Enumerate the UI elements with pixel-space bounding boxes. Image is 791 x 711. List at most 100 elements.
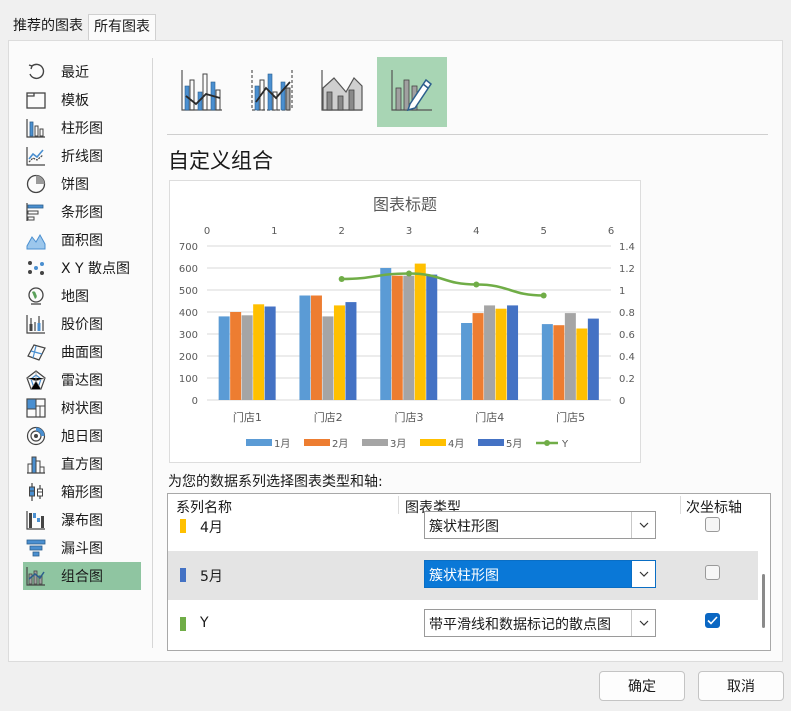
bar (310, 295, 322, 400)
line-point (406, 270, 412, 277)
bar (264, 306, 276, 400)
scatter-chart-icon (25, 257, 47, 279)
legend-label: 3月 (390, 438, 406, 450)
bar (230, 312, 242, 400)
bar (391, 275, 403, 400)
y-tick-label: 200 (179, 352, 198, 363)
bar (218, 316, 230, 400)
table-scrollbar[interactable] (762, 574, 765, 628)
chevron-down-icon[interactable] (631, 512, 655, 538)
legend-marker (544, 440, 550, 446)
stacked-area-clustered-column-option[interactable] (307, 57, 377, 127)
cancel-button[interactable]: 取消 (698, 671, 784, 701)
bar (299, 295, 311, 400)
sidebar-item-histogram[interactable]: 直方图 (23, 450, 141, 478)
sidebar-item-radar[interactable]: 雷达图 (23, 366, 141, 394)
bar (380, 268, 392, 400)
recent-icon (25, 61, 47, 83)
chart-type-panel: 最近 模板 柱形图 折线图 饼图 条形图 面积图 X Y 散点图 地图 股价图 … (8, 40, 783, 662)
tab-recommended-charts[interactable]: 推荐的图表 (8, 14, 88, 38)
template-icon (25, 89, 47, 111)
legend-marker (362, 439, 388, 446)
legend-marker (420, 439, 446, 446)
box-whisker-chart-icon (25, 481, 47, 503)
chart-type-value: 簇状柱形图 (429, 519, 499, 535)
secondary-axis-checkbox[interactable] (705, 613, 720, 628)
category-label: 门店3 (395, 410, 424, 424)
sidebar-item-label: 柱形图 (61, 121, 103, 137)
bar (426, 274, 438, 400)
chart-type-dropdown[interactable]: 带平滑线和数据标记的散点图 (424, 609, 656, 637)
sidebar-item-templates[interactable]: 模板 (23, 86, 141, 114)
sidebar-item-label: 直方图 (61, 457, 103, 473)
chart-type-dropdown[interactable]: 簇状柱形图 (424, 560, 656, 588)
sidebar-item-label: 树状图 (61, 401, 103, 417)
sidebar-item-map[interactable]: 地图 (23, 282, 141, 310)
sidebar-item-pie[interactable]: 饼图 (23, 170, 141, 198)
sidebar-item-label: 折线图 (61, 149, 103, 165)
series-color-swatch (180, 519, 186, 533)
clustered-column-line-secondary-axis-icon (250, 68, 294, 116)
chevron-down-icon[interactable] (631, 561, 655, 587)
x2-tick-label: 1 (271, 226, 277, 237)
sidebar-item-label: 面积图 (61, 233, 103, 249)
y2-tick-label: 1.4 (619, 242, 635, 253)
line-point (473, 281, 480, 288)
sidebar-item-label: 雷达图 (61, 373, 103, 389)
sidebar-item-treemap[interactable]: 树状图 (23, 394, 141, 422)
y2-tick-label: 1.2 (619, 264, 635, 275)
ok-button[interactable]: 确定 (599, 671, 685, 701)
sidebar-item-sunburst[interactable]: 旭日图 (23, 422, 141, 450)
chart-type-dropdown[interactable]: 簇状柱形图 (424, 511, 656, 539)
sidebar-item-line[interactable]: 折线图 (23, 142, 141, 170)
section-title: 自定义组合 (168, 149, 273, 173)
bar (564, 313, 576, 400)
legend-label: 5月 (506, 438, 522, 450)
chart-title: 图表标题 (373, 195, 437, 214)
stacked-area-clustered-column-icon (320, 68, 364, 116)
x2-tick-label: 4 (473, 226, 479, 237)
surface-chart-icon (25, 341, 47, 363)
category-label: 门店5 (556, 410, 585, 424)
bar (553, 325, 565, 400)
sidebar-item-label: 漏斗图 (61, 541, 103, 557)
series-row-apr: 4月 簇状柱形图 (168, 502, 758, 551)
sidebar-item-combo[interactable]: 组合图 (23, 562, 141, 590)
sidebar-item-area[interactable]: 面积图 (23, 226, 141, 254)
waterfall-chart-icon (25, 509, 47, 531)
sunburst-chart-icon (25, 425, 47, 447)
sidebar-item-label: 条形图 (61, 205, 103, 221)
sidebar-item-bar[interactable]: 条形图 (23, 198, 141, 226)
chevron-down-icon[interactable] (631, 610, 655, 636)
clustered-column-line-option[interactable] (167, 57, 237, 127)
sidebar-item-scatter[interactable]: X Y 散点图 (23, 254, 141, 282)
chart-svg: 图表标题 0 100 200 300 400 500 600 700 0 0.2 0.4 0.6 0.8 1… (179, 195, 635, 450)
sidebar-item-funnel[interactable]: 漏斗图 (23, 534, 141, 562)
sidebar-item-box-whisker[interactable]: 箱形图 (23, 478, 141, 506)
tab-all-charts[interactable]: 所有图表 (88, 14, 156, 41)
pie-chart-icon (25, 173, 47, 195)
secondary-axis-checkbox[interactable] (705, 517, 720, 532)
series-name: 4月 (200, 520, 223, 536)
sidebar-item-label: 箱形图 (61, 485, 103, 501)
bar (495, 308, 507, 400)
y-tick-label: 500 (179, 286, 198, 297)
bar (322, 316, 334, 400)
sidebar-item-label: X Y 散点图 (61, 261, 131, 277)
custom-combination-option[interactable] (377, 57, 447, 127)
sidebar-item-label: 股价图 (61, 317, 103, 333)
bar (461, 323, 473, 400)
secondary-axis-checkbox[interactable] (705, 565, 720, 580)
sidebar-item-surface[interactable]: 曲面图 (23, 338, 141, 366)
area-chart-icon (25, 229, 47, 251)
sidebar-item-waterfall[interactable]: 瀑布图 (23, 506, 141, 534)
bar (403, 275, 415, 400)
series-color-swatch (180, 568, 186, 582)
bar (484, 305, 496, 400)
sidebar-item-column[interactable]: 柱形图 (23, 114, 141, 142)
sidebar-item-recent[interactable]: 最近 (23, 58, 141, 86)
clustered-column-line-secondary-option[interactable] (237, 57, 307, 127)
category-label: 门店2 (314, 410, 343, 424)
sidebar-item-stock[interactable]: 股价图 (23, 310, 141, 338)
x2-tick-label: 2 (338, 226, 344, 237)
